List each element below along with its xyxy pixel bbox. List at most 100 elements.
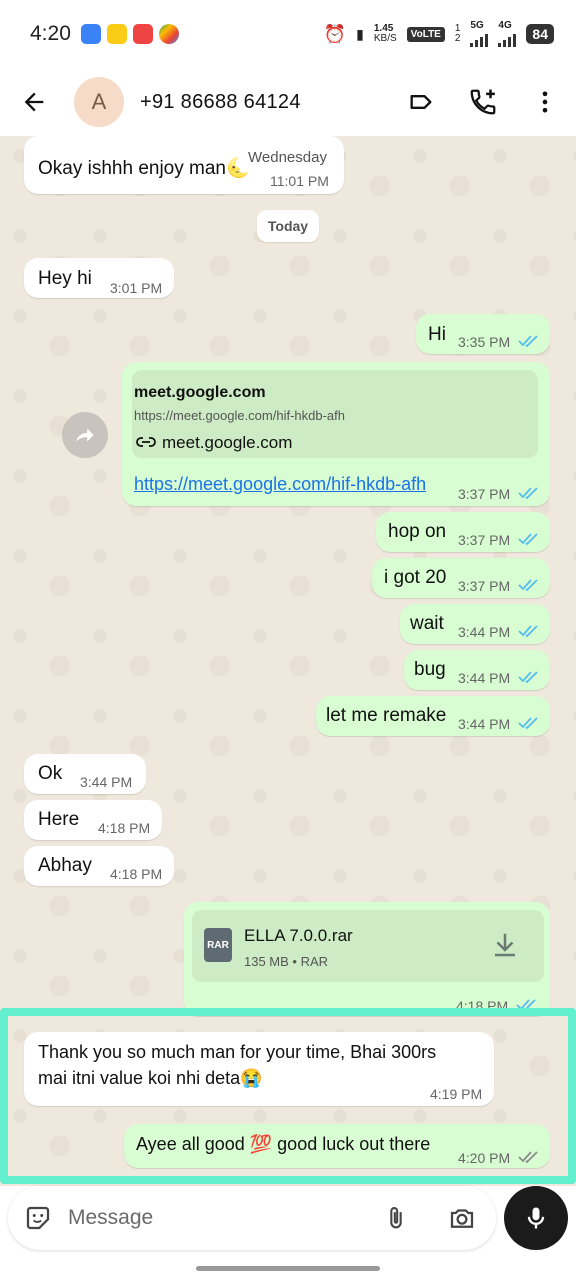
message-time: 11:01 PM (270, 173, 329, 189)
mic-button[interactable] (504, 1186, 568, 1250)
message-text: Here (38, 809, 80, 830)
header-actions (390, 68, 576, 136)
read-ticks-icon (518, 487, 538, 500)
sim-labels: 1 2 (455, 24, 461, 44)
sim2-label: 2 (454, 33, 461, 44)
net1-label: 5G (470, 20, 484, 31)
sticker-button[interactable] (22, 1202, 54, 1234)
message-incoming[interactable]: Ok 3:44 PM (24, 754, 146, 794)
avatar[interactable]: A (74, 77, 124, 127)
status-time: 4:20 (30, 22, 71, 45)
message-text: Abhay (38, 855, 92, 876)
vibrate-icon: ▮ (356, 25, 364, 42)
volte-badge: VoLTE (406, 26, 445, 42)
camera-icon (450, 1209, 474, 1228)
camera-button[interactable] (446, 1202, 478, 1234)
signal-2: 4G (498, 20, 517, 47)
add-call-button[interactable] (452, 68, 514, 136)
forward-button[interactable] (62, 412, 108, 458)
messages-notification-icon (80, 24, 101, 44)
file-meta: 135 MB • RAR (244, 954, 329, 969)
rar-file-icon: RAR (204, 928, 232, 962)
read-ticks-icon (518, 671, 538, 684)
message-time: 4:18 PM (110, 866, 163, 882)
paperclip-icon (390, 1207, 402, 1229)
message-time: 3:37 PM (458, 532, 511, 548)
chat-header: A +91 86688 64124 (0, 68, 576, 136)
link-preview-domain: meet.google.com (162, 433, 293, 452)
message-text: Hi (428, 324, 446, 345)
attach-button[interactable] (380, 1202, 412, 1234)
net-speed: 1.45 KB/S (374, 24, 397, 44)
message-time: 3:44 PM (458, 716, 511, 732)
message-text: Hey hi (38, 268, 92, 289)
message-text: bug (414, 659, 446, 680)
mic-icon (527, 1207, 545, 1229)
alarm-icon: ⏰ (323, 23, 347, 44)
message-link[interactable]: https://meet.google.com/hif-hkdb-afh (134, 474, 426, 495)
signal-1: 5G (470, 20, 489, 47)
message-text: Okay ishhh enjoy man🌜 (38, 158, 250, 179)
more-vert-icon (542, 91, 548, 113)
message-time: 3:44 PM (458, 670, 511, 686)
download-icon[interactable] (490, 930, 520, 960)
date-divider: Today (257, 210, 319, 242)
message-time: 3:44 PM (458, 624, 511, 640)
app-notification-icon (132, 24, 153, 44)
label-button[interactable] (390, 68, 452, 136)
link-preview[interactable]: meet.google.com https://meet.google.com/… (132, 370, 538, 458)
more-options-button[interactable] (514, 68, 576, 136)
read-ticks-icon (518, 579, 538, 592)
link-preview-title: meet.google.com (134, 384, 266, 401)
link-icon (136, 437, 156, 447)
message-text: i got 20 (384, 567, 447, 588)
link-message[interactable]: meet.google.com https://meet.google.com/… (122, 362, 550, 506)
photos-notification-icon (158, 24, 179, 44)
message-time: 4:18 PM (98, 820, 151, 836)
back-arrow-icon (24, 92, 44, 112)
forward-icon (76, 428, 94, 442)
message-incoming[interactable]: Hey hi 3:01 PM (24, 258, 174, 298)
read-ticks-icon (518, 717, 538, 730)
status-bar: 4:20 ⏰ ▮ 1.45 KB/S VoLTE 1 2 5G 4G 84 (0, 0, 576, 68)
message-incoming[interactable]: Okay ishhh enjoy man🌜 Wednesday 11:01 PM (24, 136, 344, 194)
message-outgoing[interactable]: wait 3:44 PM (400, 604, 550, 644)
message-outgoing[interactable]: let me remake 3:44 PM (316, 696, 550, 736)
message-text: wait (410, 613, 444, 634)
message-time: 3:37 PM (458, 578, 511, 594)
message-outgoing[interactable]: i got 20 3:37 PM (372, 558, 550, 598)
message-time: 3:01 PM (110, 280, 163, 296)
message-text: Ok (38, 763, 63, 784)
highlight-frame (0, 1008, 576, 1184)
message-text: hop on (388, 521, 447, 542)
message-outgoing[interactable]: bug 3:44 PM (404, 650, 550, 690)
file-message[interactable]: RAR ELLA 7.0.0.rar 135 MB • RAR 4:18 PM (184, 902, 550, 1016)
chat-area[interactable]: Okay ishhh enjoy man🌜 Wednesday 11:01 PM… (0, 136, 576, 1186)
read-ticks-icon (518, 625, 538, 638)
file-card[interactable]: RAR ELLA 7.0.0.rar 135 MB • RAR (192, 910, 544, 982)
status-indicators: ⏰ ▮ 1.45 KB/S VoLTE 1 2 5G 4G 84 (324, 21, 554, 47)
message-day: Wednesday (248, 149, 327, 166)
battery-indicator: 84 (526, 24, 554, 44)
signal-bars-1 (470, 31, 489, 47)
file-name: ELLA 7.0.0.rar (244, 926, 353, 945)
message-text: let me remake (326, 705, 447, 726)
message-input[interactable] (68, 1200, 368, 1236)
contact-name[interactable]: +91 86688 64124 (140, 91, 301, 114)
message-incoming[interactable]: Abhay 4:18 PM (24, 846, 174, 886)
read-ticks-icon (518, 335, 538, 348)
message-time: 3:35 PM (458, 334, 511, 350)
message-outgoing[interactable]: Hi 3:35 PM (416, 314, 550, 354)
home-indicator[interactable] (196, 1266, 380, 1271)
net2-label: 4G (498, 20, 512, 31)
sticker-icon (26, 1206, 50, 1230)
read-ticks-icon (518, 533, 538, 546)
message-input-container[interactable] (8, 1186, 496, 1250)
back-button[interactable] (0, 68, 68, 136)
message-incoming[interactable]: Here 4:18 PM (24, 800, 162, 840)
net-speed-unit: KB/S (373, 33, 397, 44)
message-time: 3:37 PM (458, 486, 511, 502)
message-outgoing[interactable]: hop on 3:37 PM (376, 512, 550, 552)
phone-add-icon (470, 89, 496, 115)
label-icon (410, 95, 432, 110)
